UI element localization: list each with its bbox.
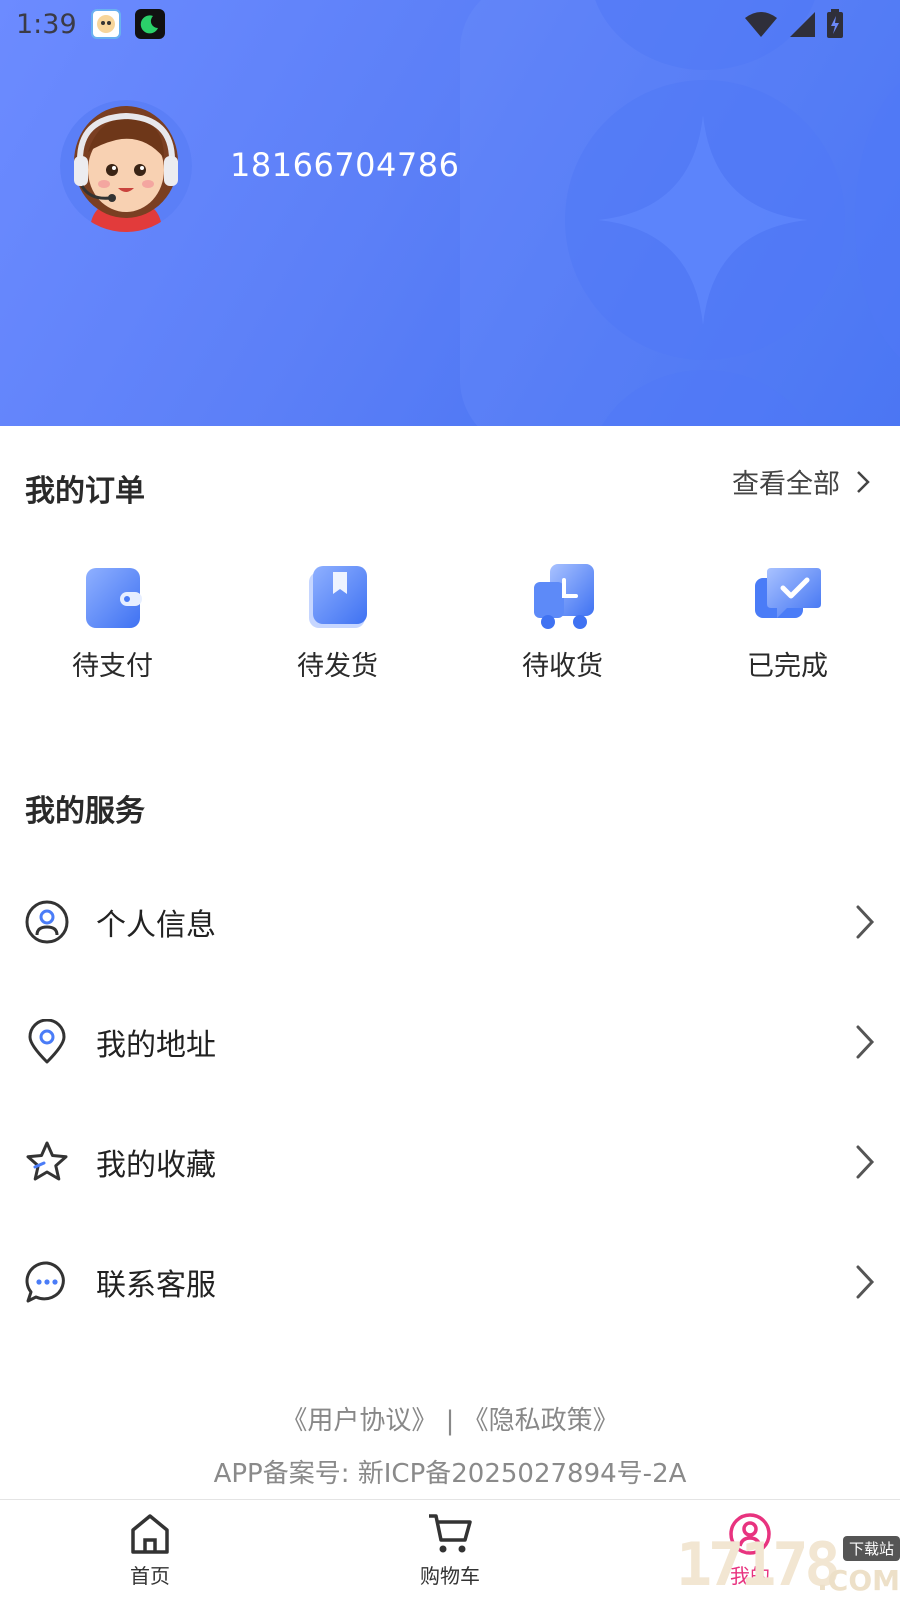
service-item-personal-info[interactable]: 个人信息 <box>0 862 900 982</box>
order-completed[interactable]: 已完成 <box>675 562 900 683</box>
service-label: 个人信息 <box>96 908 216 943</box>
sparkle-decoration <box>598 115 808 325</box>
delivery-truck-icon <box>533 564 594 629</box>
service-item-favorites[interactable]: 我的收藏 <box>0 1102 900 1222</box>
user-agreement-link[interactable]: 《用户协议》 <box>281 1406 437 1436</box>
battery-icon <box>827 9 843 38</box>
chevron-right-icon <box>856 1265 875 1299</box>
order-label: 已完成 <box>747 651 828 682</box>
star-icon <box>26 1141 68 1181</box>
order-pending-receipt[interactable]: 待收货 <box>450 562 675 683</box>
chevron-right-icon <box>856 905 875 939</box>
tab-label: 我的 <box>730 1564 770 1588</box>
bookmark-box-icon <box>308 566 367 628</box>
status-time: 1:39 <box>16 8 77 40</box>
status-icons <box>744 9 844 39</box>
view-all-orders-button[interactable]: 查看全部 <box>732 462 870 501</box>
moon-app-icon <box>134 9 165 39</box>
chat-bubble-icon <box>25 1261 65 1303</box>
chevron-right-icon <box>856 1145 875 1179</box>
location-pin-icon <box>28 1019 66 1064</box>
order-label: 待支付 <box>72 651 153 682</box>
tab-mine[interactable]: 我的 <box>600 1500 900 1600</box>
orders-title: 我的订单 <box>25 474 145 509</box>
service-label: 我的地址 <box>96 1028 216 1063</box>
wallet-icon <box>85 568 142 628</box>
tab-label: 购物车 <box>420 1564 480 1588</box>
bottom-tab-bar: 首页 购物车 我的 <box>0 1499 900 1600</box>
wifi-icon <box>745 12 777 37</box>
order-label: 待收货 <box>522 651 603 682</box>
user-circle-icon <box>25 900 69 944</box>
order-pending-payment[interactable]: 待支付 <box>0 562 225 683</box>
status-bar: 1:39 <box>0 0 900 48</box>
services-list: 个人信息 我的地址 我的收藏 联系客服 <box>0 862 900 1342</box>
user-profile-icon <box>729 1513 771 1555</box>
separator: | <box>445 1406 455 1436</box>
tab-cart[interactable]: 购物车 <box>300 1500 600 1600</box>
check-message-icon <box>754 568 821 618</box>
tab-label: 首页 <box>130 1564 170 1588</box>
chevron-right-icon <box>857 470 870 493</box>
service-label: 联系客服 <box>96 1268 216 1303</box>
icp-record: APP备案号: 新ICP备2025027894号-2A <box>213 1459 687 1489</box>
services-title: 我的服务 <box>25 794 145 829</box>
service-item-contact-support[interactable]: 联系客服 <box>0 1222 900 1342</box>
home-icon <box>131 1514 169 1554</box>
order-pending-shipment[interactable]: 待发货 <box>225 562 450 683</box>
avatar[interactable] <box>60 100 192 232</box>
app-notification-icon <box>90 9 121 39</box>
chevron-right-icon <box>856 1025 875 1059</box>
service-label: 我的收藏 <box>96 1148 216 1183</box>
tab-home[interactable]: 首页 <box>0 1500 300 1600</box>
signal-icon <box>790 12 815 37</box>
user-phone: 18166704786 <box>230 146 460 184</box>
cart-icon <box>429 1514 472 1553</box>
service-item-my-address[interactable]: 我的地址 <box>0 982 900 1102</box>
view-all-label: 查看全部 <box>732 469 840 500</box>
order-status-row: 待支付 待发货 待收货 已完成 <box>0 562 900 683</box>
order-label: 待发货 <box>297 651 378 682</box>
agreements-links: 《用户协议》 | 《隐私政策》 <box>0 1400 900 1437</box>
profile-header: 1:39 18166704786 <box>0 0 900 426</box>
privacy-policy-link[interactable]: 《隐私政策》 <box>463 1406 619 1436</box>
